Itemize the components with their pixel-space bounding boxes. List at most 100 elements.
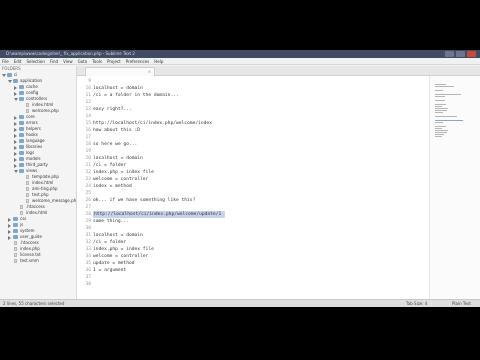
minimap-line [435,110,447,111]
code-text: how about this :D [93,128,141,133]
code-line: 26 ok... if we have something like this? [77,197,429,204]
code-text: so here we go... [93,142,138,147]
code-text: 1 = argument [93,268,127,273]
code-line: 29 same thing... [77,218,429,225]
line-number: 10 [85,86,91,91]
minimap-line [435,122,443,123]
tab-bar: ci-welcome-to-fix-application × [77,66,480,84]
menu-item-tools[interactable]: Tools [92,58,102,64]
folder-icon [19,97,24,101]
line-number: 38 [85,282,91,287]
status-syntax[interactable]: Plain Text [452,300,471,307]
tab-close-icon[interactable]: × [145,68,151,76]
code-line: 11/ci = a folder in the domain... [77,92,429,99]
minimap-line [435,100,445,101]
code-line: 33 index.php = index file [77,246,429,253]
menu-item-help[interactable]: Help [154,58,163,64]
menu-bar: File Edit Selection Find View Goto Tools Projec… [0,58,480,65]
code-editor[interactable]: 9 10 localhost = domain 11/ci = a folder in… [77,76,429,299]
minimize-button[interactable] [445,51,454,57]
line-number: 34 [85,254,91,259]
close-button[interactable] [467,51,476,57]
file-icon [26,181,29,185]
code-line: 13 easy right?... [77,106,429,113]
line-number: 21 [85,163,91,168]
code-line: 30 [77,225,429,232]
line-number: 19 [85,149,91,154]
line-number: 11 [85,93,91,98]
sidebar: FOLDERS ci application cache config controll… [0,66,77,299]
code-text: localhost = domain [93,86,143,91]
code-line: 24 index = method [77,183,429,190]
maximize-button[interactable] [456,51,465,57]
code-line: 27 [77,204,429,211]
file-icon [14,241,17,245]
menu-item-preferences[interactable]: Preferences [126,58,150,64]
window-title: D:\wamp\www\codeigniter\_ fix_applicatio… [6,51,135,56]
line-number: 14 [85,114,91,119]
line-number: 31 [85,233,91,238]
disclosure-open-icon[interactable] [14,98,18,101]
disclosure-open-icon[interactable] [8,80,12,83]
code-text: welcome = controller [93,254,149,259]
code-line: 34 welcome = controller [77,253,429,260]
minimap-line [435,132,447,133]
tab-active[interactable]: ci-welcome-to-fix-application × [85,67,155,84]
minimap-line [435,130,449,131]
sidebar-file[interactable]: test.smm [0,258,76,264]
menu-item-selection[interactable]: Selection [26,58,44,64]
folder-icon [19,163,24,167]
line-number: 16 [85,128,91,133]
code-line: 17 [77,134,429,141]
menu-item-view[interactable]: View [63,58,73,64]
selected-code-text: http://localhost/ci/index.php/welcome/up… [93,211,225,218]
menu-item-edit[interactable]: Edit [14,58,22,64]
disclosure-open-icon[interactable] [2,74,6,77]
disclosure-open-icon[interactable] [14,170,18,173]
menu-item-file[interactable]: File [2,58,9,64]
line-number: 30 [85,226,91,231]
code-line: 21/ci = folder [77,162,429,169]
status-tab-size[interactable]: Tab Size: 4 [406,300,427,307]
minimap-line [435,86,454,87]
folder-icon [19,169,24,173]
code-text: welcome = controller [93,177,149,182]
code-line: 12 [77,99,429,106]
code-line: 9 [77,78,429,85]
line-number: 37 [85,275,91,280]
line-number: 36 [85,268,91,273]
line-number: 29 [85,219,91,224]
code-line: 28 http://localhost/ci/index.php/welcome/… [77,211,429,218]
file-icon [26,175,29,179]
code-text: update = method [93,261,135,266]
line-number: 28 [85,212,91,217]
file-icon [14,259,17,263]
code-line: 10 localhost = domain [77,85,429,92]
line-number: 18 [85,142,91,147]
file-icon [14,253,17,257]
line-number: 27 [85,205,91,210]
line-number: 20 [85,156,91,161]
folder-icon [19,151,24,155]
file-icon [26,103,29,107]
code-text: localhost = domain [93,156,143,161]
folder-icon [13,223,18,227]
minimap-line [435,96,446,97]
code-text: /ci = folder [93,163,127,168]
menu-item-find[interactable]: Find [50,58,58,64]
folder-icon [13,79,18,83]
file-icon [26,199,29,203]
menu-item-project[interactable]: Project [107,58,121,64]
menu-item-goto[interactable]: Goto [78,58,88,64]
line-number: 26 [85,198,91,203]
file-icon [20,205,23,209]
file-icon [20,211,23,215]
minimap[interactable] [429,76,480,299]
minimap-line [435,104,446,105]
folder-icon [13,217,18,221]
minimap-line [435,106,443,107]
minimap-line [435,128,443,129]
code-line: 32/ci = folder [77,239,429,246]
minimap-line [435,108,449,109]
minimap-line [435,94,461,95]
